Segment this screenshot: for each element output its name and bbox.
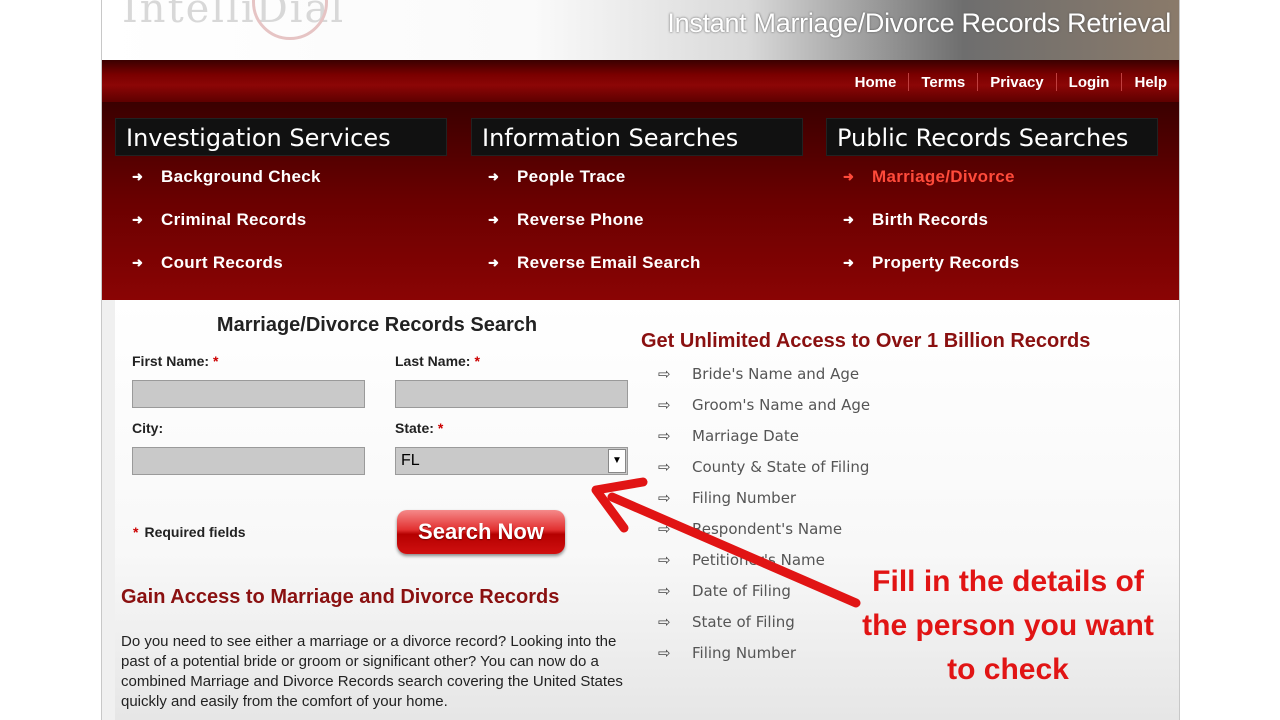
list-item: ⇨ State of Filing [658,613,795,631]
list-item: ⇨ Date of Filing [658,582,791,600]
arrow-right-icon: ➜ [488,169,500,184]
service-link-birth-records[interactable]: ➜ Birth Records [826,207,1158,250]
state-select[interactable]: FL ▼ [395,447,628,475]
city-input[interactable] [132,447,365,475]
gain-access-body: Do you need to see either a marriage or … [121,633,623,710]
state-label: State: * [395,420,444,436]
list-item: ⇨ Bride's Name and Age [658,365,860,383]
list-item: ⇨ Marriage Date [658,427,799,445]
outline-arrow-right-icon: ⇨ [658,551,671,569]
site-banner: IntelliDial Instant Marriage/Divorce Rec… [102,0,1179,60]
logo-mark [252,0,328,40]
public-records-header: Public Records Searches [826,118,1158,156]
outline-arrow-right-icon: ⇨ [658,458,671,476]
chevron-down-icon[interactable]: ▼ [608,449,626,473]
nav-home[interactable]: Home [843,74,909,91]
city-label: City: [132,420,164,436]
service-link-background-check[interactable]: ➜ Background Check [115,164,447,207]
search-now-button[interactable]: Search Now [397,510,565,554]
arrow-right-icon: ➜ [843,255,855,270]
outline-arrow-right-icon: ⇨ [658,427,671,445]
required-marker: * [474,353,480,369]
nav-login[interactable]: Login [1057,74,1122,91]
information-searches-column: Information Searches ➜ People Trace ➜ Reve… [471,118,803,293]
services-menu: Investigation Services ➜ Background Check… [102,102,1179,300]
information-searches-list: ➜ People Trace ➜ Reverse Phone ➜ Reverse Em… [471,164,803,293]
nav-links: Home Terms Privacy Login Help [843,73,1179,91]
outline-arrow-right-icon: ⇨ [658,582,671,600]
record-features-list: ⇨ Bride's Name and Age ⇨ Groom's Name and … [658,364,870,674]
required-marker: * [213,353,219,369]
arrow-right-icon: ➜ [843,212,855,227]
outline-arrow-right-icon: ⇨ [658,365,671,383]
investigation-services-list: ➜ Background Check ➜ Criminal Records ➜ Cou… [115,164,447,293]
service-link-property-records[interactable]: ➜ Property Records [826,250,1158,293]
arrow-right-icon: ➜ [132,169,144,184]
state-selected-value: FL [401,452,420,469]
list-item: ⇨ Filing Number [658,489,797,507]
investigation-services-header: Investigation Services [115,118,447,156]
arrow-right-icon: ➜ [488,212,500,227]
first-name-input[interactable] [132,380,365,408]
outline-arrow-right-icon: ⇨ [658,396,671,414]
required-fields-note: * Required fields [133,524,246,540]
service-link-criminal-records[interactable]: ➜ Criminal Records [115,207,447,250]
first-name-label: First Name: * [132,353,219,369]
last-name-input[interactable] [395,380,628,408]
gain-access-title: Gain Access to Marriage and Divorce Reco… [121,586,560,608]
nav-terms[interactable]: Terms [909,74,977,91]
last-name-label: Last Name: * [395,353,480,369]
nav-help[interactable]: Help [1122,74,1179,91]
service-link-marriage-divorce[interactable]: ➜ Marriage/Divorce [826,164,1158,207]
list-item: ⇨ Filing Number [658,644,797,662]
required-marker: * [437,420,444,436]
public-records-column: Public Records Searches ➜ Marriage/Divorc… [826,118,1158,293]
banner-title: Instant Marriage/Divorce Records Retriev… [667,8,1171,38]
arrow-right-icon: ➜ [843,169,855,184]
outline-arrow-right-icon: ⇨ [658,489,671,507]
investigation-services-column: Investigation Services ➜ Background Check… [115,118,447,293]
service-link-people-trace[interactable]: ➜ People Trace [471,164,803,207]
required-marker: * [133,524,139,540]
list-item: ⇨ County & State of Filing [658,458,870,476]
arrow-right-icon: ➜ [132,255,144,270]
service-link-court-records[interactable]: ➜ Court Records [115,250,447,293]
outline-arrow-right-icon: ⇨ [658,644,671,662]
information-searches-header: Information Searches [471,118,803,156]
service-link-reverse-email[interactable]: ➜ Reverse Email Search [471,250,803,293]
nav-privacy[interactable]: Privacy [978,74,1055,91]
unlimited-access-title: Get Unlimited Access to Over 1 Billion R… [641,330,1091,352]
list-item: ⇨ Petitioner's Name [658,551,825,569]
top-nav: Home Terms Privacy Login Help [102,60,1179,102]
search-form-title: Marriage/Divorce Records Search [216,314,538,336]
list-item: ⇨ Groom's Name and Age [658,396,871,414]
outline-arrow-right-icon: ⇨ [658,520,671,538]
service-link-reverse-phone[interactable]: ➜ Reverse Phone [471,207,803,250]
outline-arrow-right-icon: ⇨ [658,613,671,631]
annotation-callout: Fill in the details of the person you wa… [862,565,1154,686]
public-records-list: ➜ Marriage/Divorce ➜ Birth Records ➜ Proper… [826,164,1158,293]
arrow-right-icon: ➜ [488,255,500,270]
list-item: ⇨ Respondent's Name [658,520,843,538]
arrow-right-icon: ➜ [132,212,144,227]
